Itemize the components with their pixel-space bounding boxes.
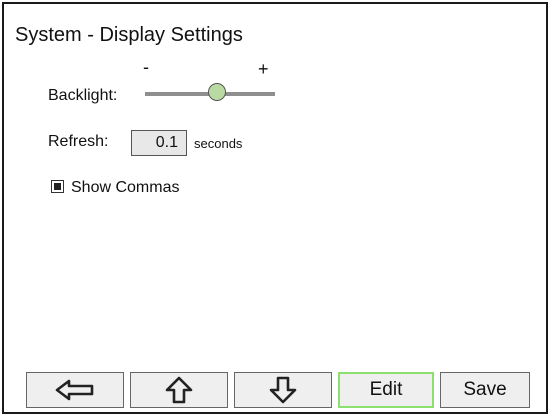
save-button[interactable]: Save	[440, 372, 530, 408]
backlight-min-label: -	[143, 57, 149, 77]
page-title: System - Display Settings	[15, 24, 243, 46]
backlight-label: Backlight:	[48, 87, 118, 104]
screen-frame	[2, 2, 548, 414]
edit-button[interactable]: Edit	[338, 372, 434, 408]
backlight-slider-knob[interactable]	[207, 83, 226, 101]
backlight-max-label: +	[258, 59, 269, 79]
up-arrow-icon	[165, 376, 193, 404]
refresh-label: Refresh:	[48, 133, 109, 150]
checkbox-check-mark	[54, 183, 61, 190]
show-commas-label: Show Commas	[71, 179, 180, 196]
down-button[interactable]	[234, 372, 332, 408]
back-button[interactable]	[26, 372, 124, 408]
show-commas-checkbox[interactable]	[51, 180, 64, 193]
down-arrow-icon	[269, 376, 297, 404]
refresh-units: seconds	[194, 136, 243, 151]
up-button[interactable]	[130, 372, 228, 408]
refresh-input[interactable]: 0.1	[131, 130, 187, 156]
left-arrow-icon	[55, 378, 95, 402]
